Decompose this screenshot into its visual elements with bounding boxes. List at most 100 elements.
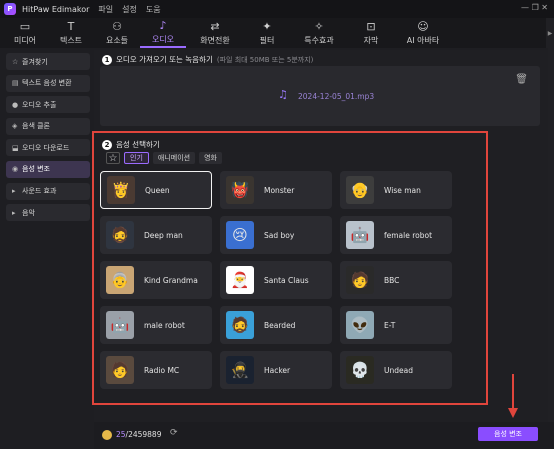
voice-card-label: Queen	[145, 185, 170, 195]
voice-card-label: female robot	[384, 230, 433, 240]
deep-man-avatar: 🧔	[106, 221, 134, 249]
step1-hint: (파일 최대 50MB 또는 5분까지)	[216, 55, 314, 64]
voice-card-label: Kind Grandma	[144, 275, 198, 285]
male-robot-avatar: 🤖	[106, 311, 134, 339]
media-icon: ▭	[19, 19, 31, 33]
voice-card-label: Monster	[264, 185, 295, 195]
expand-arrow-icon: ▸	[12, 208, 16, 217]
voice-card[interactable]: 👽 E-T	[340, 306, 452, 344]
sidebar-item-audio-download[interactable]: ⬓ 오디오 다운로드	[6, 139, 90, 157]
menu-help[interactable]: 도움	[146, 4, 161, 15]
microphone-icon: ●	[12, 100, 19, 109]
tab-elements[interactable]: ⚇ 요소들	[94, 18, 140, 48]
toolbar-scroll-right-icon[interactable]: ▶	[546, 18, 554, 48]
menu-file[interactable]: 파일	[98, 4, 113, 15]
coin-icon	[102, 430, 112, 440]
tab-audio[interactable]: ♪ 오디오	[140, 18, 186, 48]
voice-card[interactable]: 🧑 Radio MC	[100, 351, 212, 389]
step1-title: 오디오 가져오기 또는 녹음하기	[116, 55, 213, 64]
star-icon: ☆	[12, 57, 19, 66]
voice-card[interactable]: 🤖 male robot	[100, 306, 212, 344]
hacker-avatar: 🥷	[226, 356, 254, 384]
tab-subtitle[interactable]: ⊡ 자막	[348, 18, 394, 48]
voice-card-label: male robot	[144, 320, 185, 330]
sidebar-item-music[interactable]: ▸ 음악	[6, 204, 90, 222]
monster-avatar: 👹	[226, 176, 254, 204]
main-toolbar: ▭ 미디어 T 텍스트 ⚇ 요소들 ♪ 오디오 ⇄ 화면전환 ✦ 필터 ✧ 특수효과 ⊡ 자막 …	[0, 18, 554, 48]
voice-card[interactable]: 👹 Monster	[220, 171, 332, 209]
bottom-bar: 25/2459889 ⟳ 음성 변조	[94, 422, 554, 449]
voice-card[interactable]: 🎅 Santa Claus	[220, 261, 332, 299]
voice-card[interactable]: 🧔 Deep man	[100, 216, 212, 254]
voice-card[interactable]: 👴 Wise man	[340, 171, 452, 209]
audio-sidebar: ☆ 즐겨찾기 ▤ 텍스트 음성 변환 ● 오디오 추출 ◈ 음색 클론 ⬓ 오디오 다운로…	[6, 53, 90, 423]
tab-filter[interactable]: ✦ 필터	[244, 18, 290, 48]
download-icon: ⬓	[12, 143, 19, 152]
filter-icon: ✦	[262, 19, 272, 33]
voice-category-tabs: ☆ 인기 애니메이션 영화	[106, 152, 226, 164]
voice-card[interactable]: 💀 Undead	[340, 351, 452, 389]
sidebar-item-sound-effects[interactable]: ▸ 사운드 효과	[6, 182, 90, 200]
et-avatar: 👽	[346, 311, 374, 339]
voice-card-label: Bearded	[264, 320, 296, 330]
vertical-scrollbar[interactable]	[548, 48, 554, 422]
voice-card-label: Radio MC	[144, 365, 180, 375]
sidebar-item-voice-clone[interactable]: ◈ 음색 클론	[6, 117, 90, 135]
tab-effects[interactable]: ✧ 특수효과	[290, 18, 348, 48]
refresh-icon[interactable]: ⟳	[170, 428, 178, 438]
voice-card[interactable]: 😢 Sad boy	[220, 216, 332, 254]
menu-settings[interactable]: 설정	[122, 4, 137, 15]
sidebar-item-text-to-speech[interactable]: ▤ 텍스트 음성 변환	[6, 74, 90, 92]
app-window: P HitPaw Edimakor 파일 설정 도움 — ❐ ✕ ▭ 미디어 T텍…	[0, 0, 554, 449]
clone-icon: ◈	[12, 122, 18, 131]
bearded-avatar: 🧔	[226, 311, 254, 339]
credits-counter: 25/2459889	[116, 430, 162, 439]
tab-ai-avatar[interactable]: ☺ AI 아바타	[394, 18, 452, 48]
undead-avatar: 💀	[346, 356, 374, 384]
voice-convert-button[interactable]: 음성 변조	[478, 427, 538, 441]
wise-man-avatar: 👴	[346, 176, 374, 204]
voice-card[interactable]: 👵 Kind Grandma	[100, 261, 212, 299]
queen-avatar: 👸	[107, 176, 135, 204]
expand-arrow-icon: ▸	[12, 187, 16, 196]
kind-grandma-avatar: 👵	[106, 266, 134, 294]
transition-icon: ⇄	[210, 19, 220, 33]
radio-mc-avatar: 🧑	[106, 356, 134, 384]
text-to-speech-icon: ▤	[12, 79, 19, 88]
voice-card[interactable]: 🧔 Bearded	[220, 306, 332, 344]
tab-text[interactable]: T 텍스트	[48, 18, 94, 48]
app-title: HitPaw Edimakor	[22, 4, 90, 14]
tab-media[interactable]: ▭ 미디어	[2, 18, 48, 48]
tab-movie[interactable]: 영화	[199, 152, 222, 164]
red-arrow-annotation	[508, 374, 518, 418]
voice-changer-icon: ◉	[12, 165, 19, 174]
voice-card-label: BBC	[384, 275, 400, 285]
tab-transition[interactable]: ⇄ 화면전환	[186, 18, 244, 48]
favorites-star-icon[interactable]: ☆	[106, 152, 120, 164]
voice-card-label: Undead	[384, 365, 413, 375]
voice-card-label: Wise man	[384, 185, 421, 195]
santa-claus-avatar: 🎅	[226, 266, 254, 294]
voice-card[interactable]: 🤖 female robot	[340, 216, 452, 254]
ai-avatar-icon: ☺	[417, 19, 429, 33]
step2-title: 음성 선택하기	[116, 140, 160, 149]
tab-animation[interactable]: 애니메이션	[152, 152, 196, 164]
step2-number: 2	[102, 139, 112, 150]
trash-icon[interactable]: 🗑	[515, 74, 528, 85]
text-icon: T	[67, 19, 75, 33]
voice-card[interactable]: 👸 Queen	[100, 171, 212, 209]
window-controls[interactable]: — ❐ ✕	[521, 3, 548, 12]
sidebar-item-voice-changer[interactable]: ◉ 음성 변조	[6, 160, 90, 178]
voice-card-label: Santa Claus	[264, 275, 309, 285]
voice-card[interactable]: 🧑 BBC	[340, 261, 452, 299]
sidebar-item-audio-extract[interactable]: ● 오디오 추출	[6, 96, 90, 114]
sidebar-item-favorites[interactable]: ☆ 즐겨찾기	[6, 53, 90, 70]
effects-icon: ✧	[314, 19, 324, 33]
audio-file-name: 2024-12-05_01.mp3	[298, 92, 375, 101]
tab-popular[interactable]: 인기	[124, 152, 149, 164]
step1-heading: 1 오디오 가져오기 또는 녹음하기 (파일 최대 50MB 또는 5분까지)	[102, 54, 313, 65]
title-bar: P HitPaw Edimakor 파일 설정 도움 — ❐ ✕	[0, 0, 554, 18]
elements-icon: ⚇	[112, 19, 122, 33]
subtitle-icon: ⊡	[366, 19, 376, 33]
voice-card[interactable]: 🥷 Hacker	[220, 351, 332, 389]
